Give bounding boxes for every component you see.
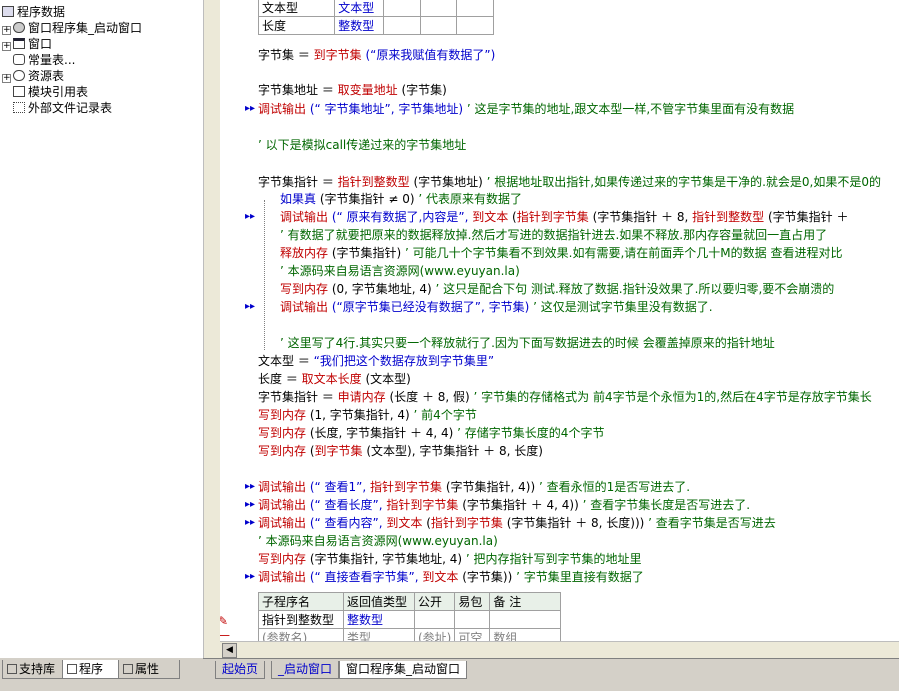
debug-arrow-icon: ▸▸ [245,301,256,312]
code-line[interactable]: 释放内存 (字节集指针) ’ 可能几十个字节集看不到效果.如有需要,请在前面弄个… [280,246,842,260]
constant-icon [13,54,25,65]
table-row: 长度 整数型 [257,16,494,35]
program-icon [67,664,77,674]
window-icon [13,38,25,49]
tab-startup-window[interactable]: _启动窗口 [271,661,340,679]
tree-item-constants[interactable]: 常量表... [13,52,75,68]
tree-item-window[interactable]: + 窗口 [2,36,52,52]
table-row: 文本型 文本型 [257,0,494,17]
tree-item-assembly[interactable]: + 窗口程序集_启动窗口 [2,20,142,36]
debug-arrow-icon: ▸▸ [245,211,256,222]
project-tree-panel: 程序数据 + 窗口程序集_启动窗口 + 窗口 常量表... + 资源表 模块引用表 外… [0,0,204,658]
code-line[interactable]: 写到内存 (0, 字节集地址, 4) ’ 这只是配合下句 测试.释放了数据.指针… [280,282,834,296]
debug-arrow-icon: ▸▸ [245,517,256,528]
tree-vertical-scrollbar[interactable] [203,0,221,658]
code-line[interactable]: 字节集指针 ＝ 申请内存 (长度 ＋ 8, 假) ’ 字节集的存储格式为 前4字… [258,390,872,404]
properties-icon [123,664,133,674]
resource-icon [13,70,25,81]
tree-root[interactable]: 程序数据 [2,4,65,20]
assembly-icon [13,22,25,33]
expand-icon[interactable]: + [2,42,11,51]
code-line[interactable]: 写到内存 (字节集指针, 字节集地址, 4) ’ 把内存指针写到字节集的地址里 [258,552,642,566]
code-line[interactable]: 写到内存 (到字节集 (文本型), 字节集指针 ＋ 8, 长度) [258,444,543,458]
code-line[interactable]: 调试输出 (“ 查看内容”, 到文本 (指针到字节集 (字节集指针 ＋ 8, 长… [258,516,776,530]
code-line[interactable]: 调试输出 (“ 查看长度”, 指针到字节集 (字节集指针 ＋ 4, 4)) ’ … [258,498,750,512]
debug-arrow-icon: ▸▸ [245,499,256,510]
code-line[interactable]: 字节集 ＝ 到字节集 (“原来我赋值有数据了”) [258,48,495,62]
tab-start-page[interactable]: 起始页 [215,661,266,679]
comment-line[interactable]: ’ 以下是模拟call传递过来的字节集地址 [258,138,466,152]
table-header-row: 子程序名 返回值类型 公开 易包 备 注 [258,592,562,611]
editor-horizontal-scrollbar[interactable]: ◀ [220,641,899,659]
scroll-left-button[interactable]: ◀ [222,643,237,658]
tab-properties[interactable]: 属性 [118,660,180,679]
left-panel-tabs: 支持库 程序 属性 [0,658,220,690]
code-line[interactable]: 调试输出 (“ 直接查看字节集”, 到文本 (字节集)) ’ 字节集里直接有数据… [258,570,644,584]
code-line[interactable]: 文本型 ＝ “我们把这个数据存放到字节集里” [258,354,494,368]
subroutine-table: 子程序名 返回值类型 公开 易包 备 注 指针到整数型 整数型 (参数名) 类型… [258,592,562,641]
pencil-icon: ✎— [220,614,230,641]
code-line[interactable]: 写到内存 (长度, 字节集指针 ＋ 4, 4) ’ 存储字节集长度的4个字节 [258,426,604,440]
comment-line[interactable]: ’ 本源码来自易语言资源网(www.eyuyan.la) [258,534,498,548]
tab-support-library[interactable]: 支持库 [2,660,64,679]
table-row: (参数名) 类型 (参址) 可空 数组 [258,628,562,641]
comment-line[interactable]: ’ 有数据了就要把原来的数据释放掉.然后才写进的数据指针进去.如果不释放.那内存… [280,228,827,242]
tree-item-modules[interactable]: 模块引用表 [13,84,88,100]
comment-line[interactable]: ’ 这里写了4行.其实只要一个释放就行了.因为下面写数据进去的时候 会覆盖掉原来… [280,336,775,350]
code-line[interactable]: 如果真 (字节集指针 ≠ 0) ’ 代表原来有数据了 [280,192,522,206]
comment-line[interactable]: ’ 本源码来自易语言资源网(www.eyuyan.la) [280,264,520,278]
debug-arrow-icon: ▸▸ [245,481,256,492]
tab-window-assembly[interactable]: 窗口程序集_启动窗口 [339,661,468,679]
code-line[interactable]: 调试输出 (“ 原来有数据了,内容是”, 到文本 (指针到字节集 (字节集指针 … [280,210,848,224]
code-line[interactable]: 调试输出 (“原字节集已经没有数据了”, 字节集) ’ 这仅是测试字节集里没有数… [280,300,713,314]
block-guide-line [264,200,265,350]
expand-icon[interactable]: + [2,26,11,35]
tab-program[interactable]: 程序 [62,660,120,679]
code-line[interactable]: 长度 ＝ 取文本长度 (文本型) [258,372,411,386]
tree-item-resources[interactable]: + 资源表 [2,68,64,84]
code-line[interactable]: 调试输出 (“ 查看1”, 指针到字节集 (字节集指针, 4)) ’ 查看永恒的… [258,480,690,494]
code-line[interactable]: 字节集指针 ＝ 指针到整数型 (字节集地址) ’ 根据地址取出指针,如果传递过来… [258,175,881,189]
variable-table: 文本型 文本型 长度 整数型 [257,0,494,35]
module-icon [13,86,25,97]
debug-arrow-icon: ▸▸ [245,103,256,114]
tree-item-external-files[interactable]: 外部文件记录表 [13,100,112,116]
file-icon [13,102,25,113]
library-icon [7,664,17,674]
expand-icon[interactable]: + [2,74,11,83]
code-line[interactable]: 字节集地址 ＝ 取变量地址 (字节集) [258,83,447,97]
document-tabs: 起始页 _启动窗口 窗口程序集_启动窗口 [203,658,899,691]
code-line[interactable]: 写到内存 (1, 字节集指针, 4) ’ 前4个字节 [258,408,477,422]
program-data-icon [2,6,14,17]
editor-gutter [220,0,240,641]
code-line[interactable]: 调试输出 (“ 字节集地址”, 字节集地址) ’ 这是字节集的地址,跟文本型一样… [258,102,794,116]
table-row[interactable]: 指针到整数型 整数型 [258,610,562,629]
debug-arrow-icon: ▸▸ [245,571,256,582]
code-editor[interactable]: 文本型 文本型 长度 整数型 字节集 ＝ 到字节集 (“原来我赋值有数据了”) … [220,0,899,641]
